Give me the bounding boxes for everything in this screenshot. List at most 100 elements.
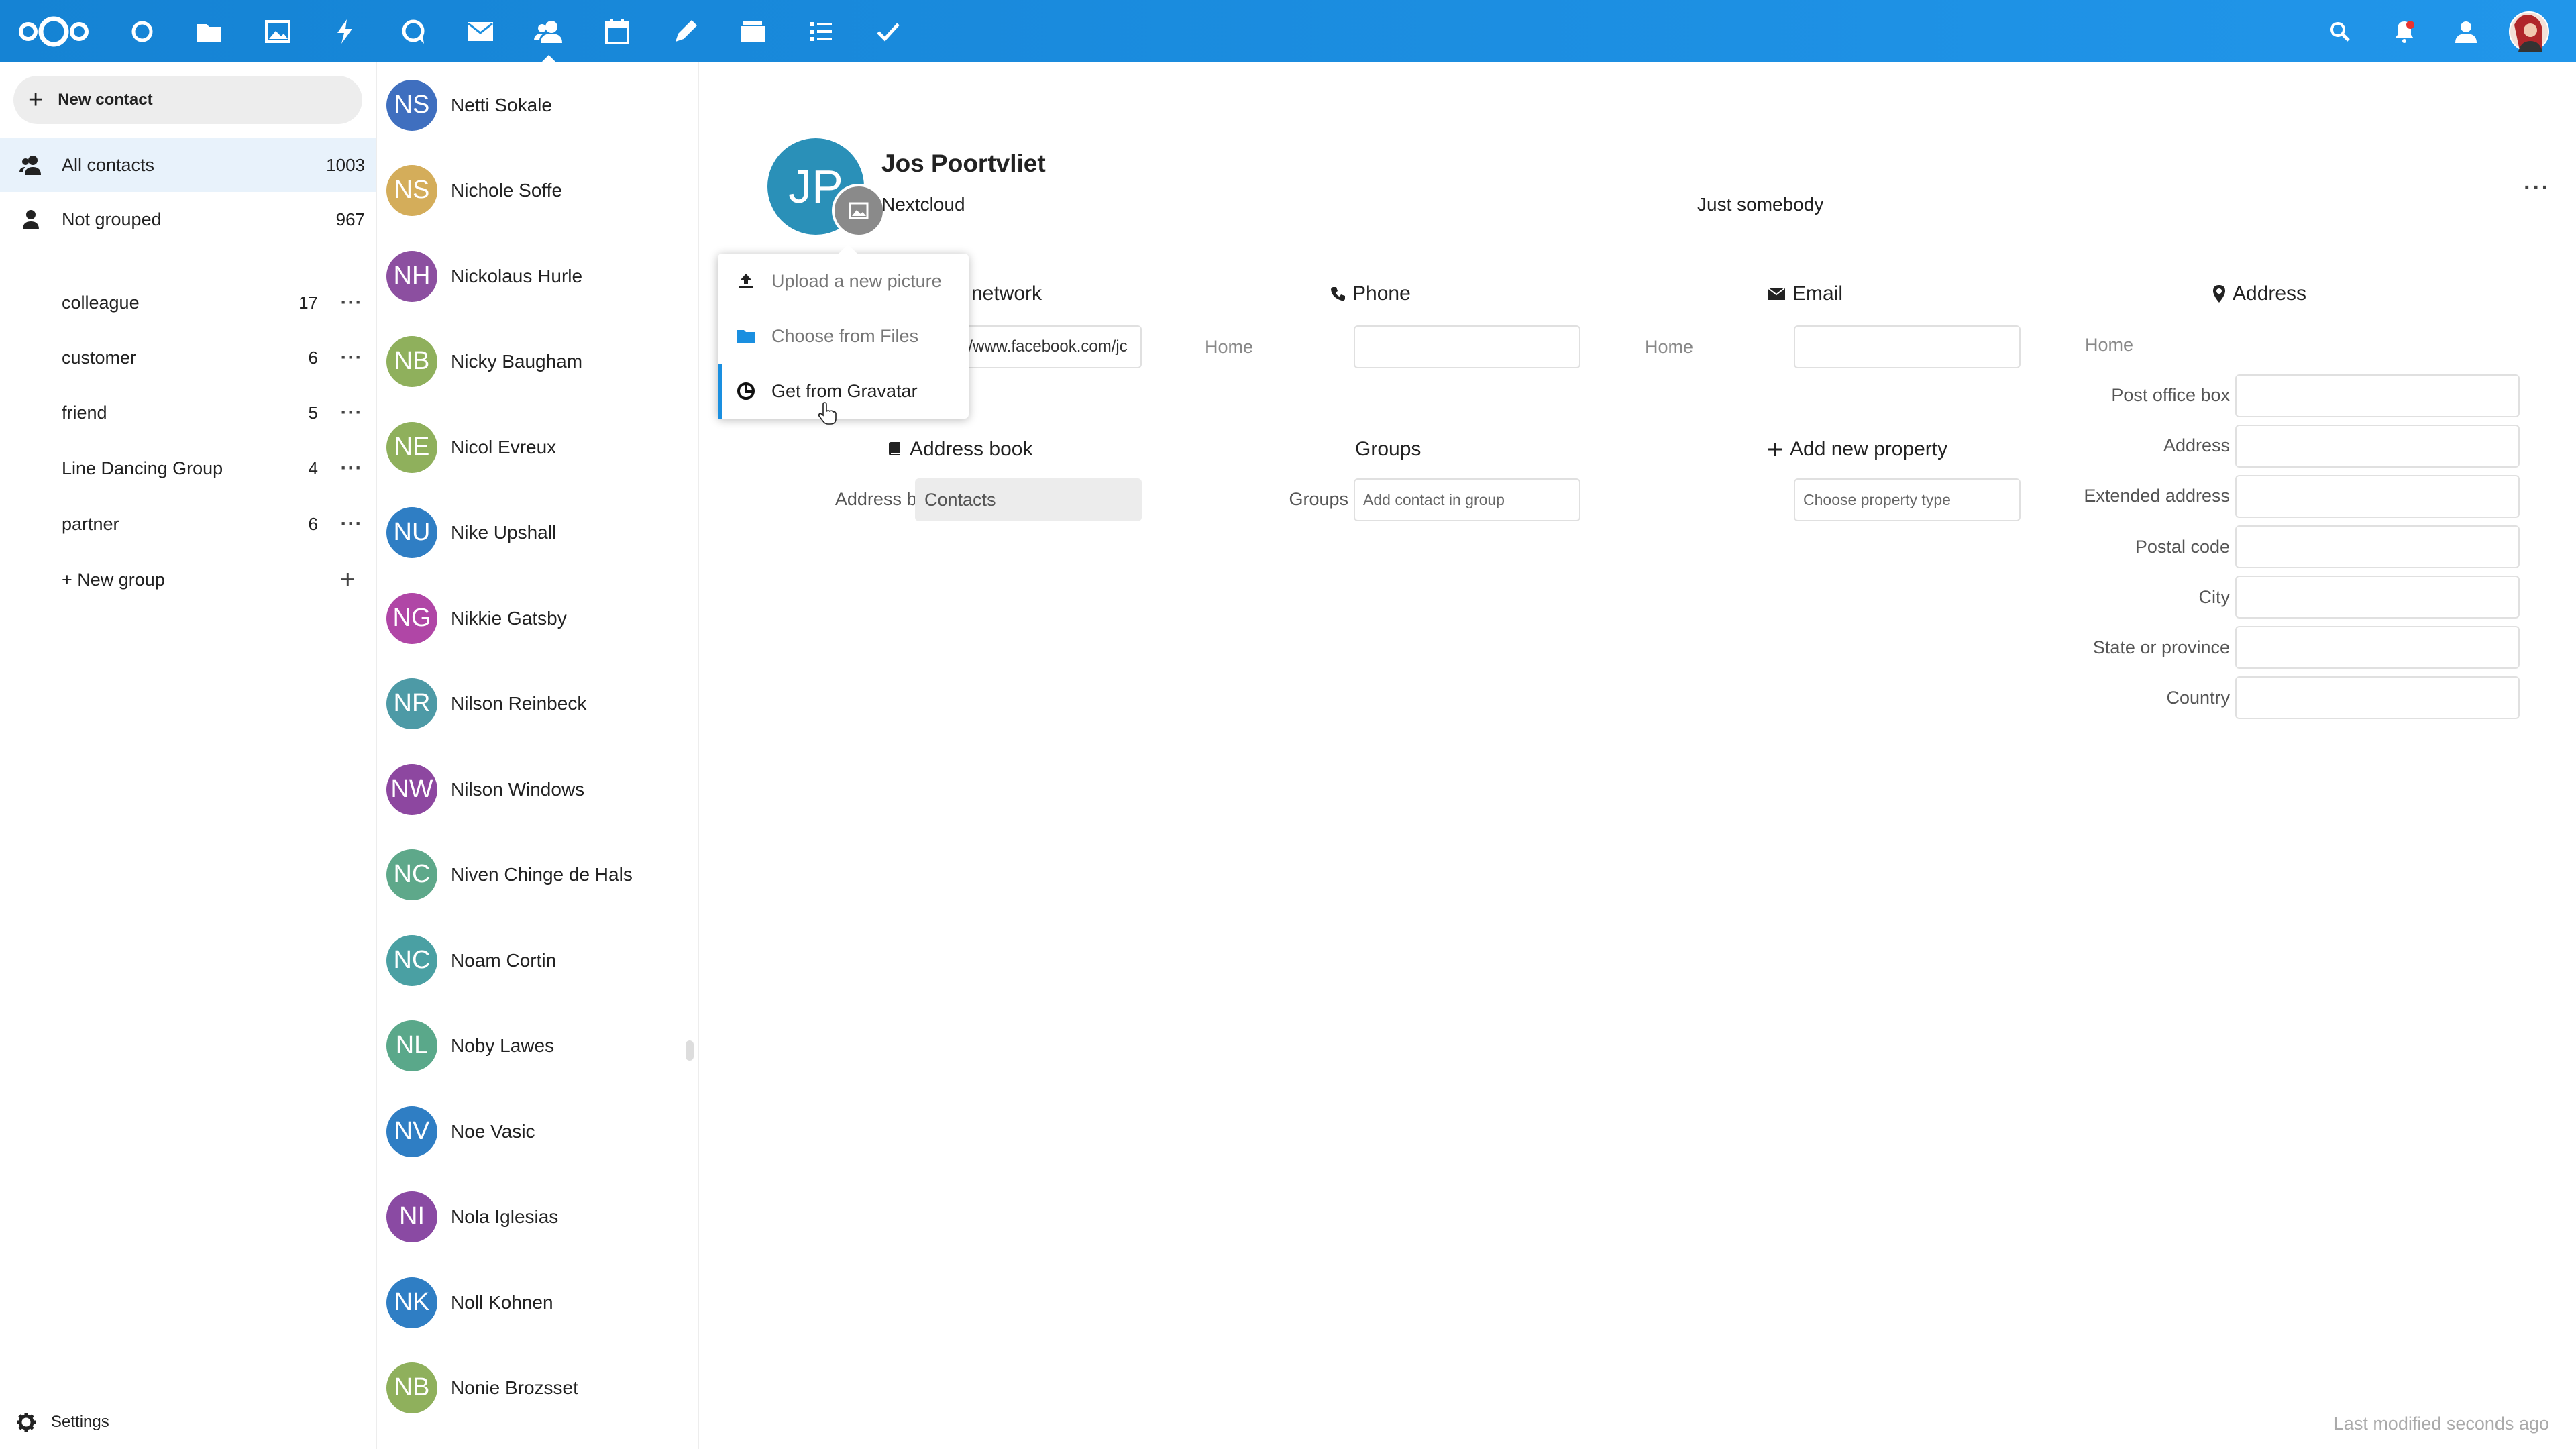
social-heading: network [971, 282, 1042, 305]
gravatar-item[interactable]: Get from Gravatar [718, 364, 969, 419]
address-type-label[interactable]: Home [2085, 335, 2133, 356]
list-item[interactable]: NL Noby Lawes [378, 1003, 698, 1088]
more-icon[interactable]: ··· [2524, 175, 2551, 201]
more-icon[interactable]: ··· [331, 346, 372, 369]
contact-name: Nike Upshall [451, 521, 557, 543]
search-icon[interactable] [2313, 0, 2367, 62]
group-item[interactable]: friend 5 ··· [0, 386, 376, 439]
upload-picture-item[interactable]: Upload a new picture [718, 254, 969, 309]
group-count: 5 [308, 402, 318, 423]
post-office-box-input[interactable] [2235, 374, 2520, 417]
country-input[interactable] [2235, 676, 2520, 719]
tasks-icon[interactable] [861, 0, 915, 62]
list-item[interactable]: NK Noll Kohnen [378, 1260, 698, 1345]
user-icon [17, 209, 44, 229]
change-picture-button[interactable] [832, 184, 885, 237]
more-icon[interactable]: ··· [331, 513, 372, 535]
list-item[interactable]: NH Nickolaus Hurle [378, 233, 698, 319]
phone-input[interactable] [1354, 325, 1580, 368]
group-item[interactable]: partner 6 ··· [0, 497, 376, 551]
list-item[interactable]: NI Nola Iglesias [378, 1174, 698, 1259]
mail-icon[interactable] [453, 0, 507, 62]
addressbook-select[interactable]: Contacts [915, 478, 1142, 521]
list-item[interactable]: NS Nichole Soffe [378, 148, 698, 233]
contact-details: JP Jos Poortvliet Nextcloud Just somebod… [700, 62, 2576, 1449]
nav-not-grouped[interactable]: Not grouped 967 [0, 193, 376, 246]
email-type-label[interactable]: Home [1645, 337, 1693, 358]
nextcloud-logo[interactable] [13, 0, 94, 62]
group-label: partner [62, 513, 119, 534]
contact-full-name[interactable]: Jos Poortvliet [881, 150, 1046, 178]
contacts-menu-icon[interactable] [2439, 0, 2493, 62]
field-label: Postal code [2135, 537, 2230, 557]
contacts-icon [17, 155, 44, 175]
state-input[interactable] [2235, 626, 2520, 669]
photos-icon[interactable] [251, 0, 305, 62]
more-icon[interactable]: ··· [331, 401, 372, 424]
dashboard-icon[interactable] [115, 0, 169, 62]
settings-button[interactable]: Settings [16, 1402, 109, 1442]
group-label: colleague [62, 292, 140, 313]
more-icon[interactable]: ··· [331, 457, 372, 480]
list-item[interactable]: NS Netti Sokale [378, 62, 698, 148]
nav-all-contacts[interactable]: All contacts 1003 [0, 138, 376, 192]
top-bar [0, 0, 2576, 62]
gravatar-icon [733, 382, 759, 400]
notifications-icon[interactable] [2377, 0, 2431, 62]
extended-address-input[interactable] [2235, 475, 2520, 518]
groups-heading: Groups [1355, 438, 1421, 461]
contact-title[interactable]: Just somebody [1697, 194, 1823, 215]
contact-name: Nonie Brozsset [451, 1377, 578, 1398]
contact-name: Noll Kohnen [451, 1291, 553, 1313]
address-input[interactable] [2235, 425, 2520, 468]
city-input[interactable] [2235, 576, 2520, 619]
contacts-icon[interactable] [522, 0, 576, 62]
avatar: NC [386, 849, 437, 900]
calendar-icon[interactable] [590, 0, 644, 62]
social-url-input[interactable]: ://www.facebook.com/jc [958, 325, 1142, 368]
list-item[interactable]: NW Nilson Windows [378, 747, 698, 832]
phone-type-label[interactable]: Home [1205, 337, 1253, 358]
email-input[interactable] [1794, 325, 2021, 368]
list-item[interactable]: NC Niven Chinge de Hals [378, 832, 698, 917]
files-icon[interactable] [182, 0, 236, 62]
avatar: NS [386, 164, 437, 216]
new-contact-button[interactable]: + New contact [13, 76, 362, 124]
phone-heading: Phone [1330, 282, 1411, 305]
groups-heading-label: Groups [1355, 438, 1421, 460]
list-item[interactable]: NC Noam Cortin [378, 918, 698, 1003]
contact-list: NS Netti Sokale NS Nichole Soffe NH Nickola… [378, 62, 699, 1449]
postal-code-input[interactable] [2235, 525, 2520, 568]
social-url-value: ://www.facebook.com/jc [959, 337, 1128, 356]
avatar: NI [386, 1191, 437, 1242]
avatar: NC [386, 934, 437, 986]
plus-icon[interactable]: + [340, 565, 356, 595]
more-icon[interactable]: ··· [331, 291, 372, 314]
contact-name: Nichole Soffe [451, 179, 563, 201]
group-item[interactable]: Line Dancing Group 4 ··· [0, 441, 376, 495]
list-item[interactable]: NR Nilson Reinbeck [378, 661, 698, 746]
social-heading-label: network [971, 282, 1042, 305]
user-avatar[interactable] [2502, 0, 2556, 62]
list-item[interactable]: NE Nicol Evreux [378, 405, 698, 490]
scrollbar[interactable] [686, 1040, 694, 1061]
activity-icon[interactable] [318, 0, 372, 62]
groups-select[interactable]: Add contact in group [1354, 478, 1580, 521]
property-type-select[interactable]: Choose property type [1794, 478, 2021, 521]
phone-heading-label: Phone [1352, 282, 1411, 305]
list-item[interactable]: NB Nicky Baugham [378, 319, 698, 404]
deck-icon[interactable] [726, 0, 780, 62]
choose-from-files-item[interactable]: Choose from Files [718, 309, 969, 364]
list-item[interactable]: NV Noe Vasic [378, 1089, 698, 1174]
contact-name: Nola Iglesias [451, 1205, 559, 1227]
talk-icon[interactable] [386, 0, 440, 62]
list-item[interactable]: NU Nike Upshall [378, 490, 698, 575]
contact-org[interactable]: Nextcloud [881, 194, 965, 215]
list-item[interactable]: NB Nonie Brozsset [378, 1345, 698, 1430]
group-item[interactable]: customer 6 ··· [0, 331, 376, 384]
notes-icon[interactable] [659, 0, 712, 62]
new-group-button[interactable]: + New group + [0, 553, 376, 606]
group-item[interactable]: colleague 17 ··· [0, 276, 376, 329]
checklist-icon[interactable] [794, 0, 848, 62]
list-item[interactable]: NG Nikkie Gatsby [378, 576, 698, 661]
